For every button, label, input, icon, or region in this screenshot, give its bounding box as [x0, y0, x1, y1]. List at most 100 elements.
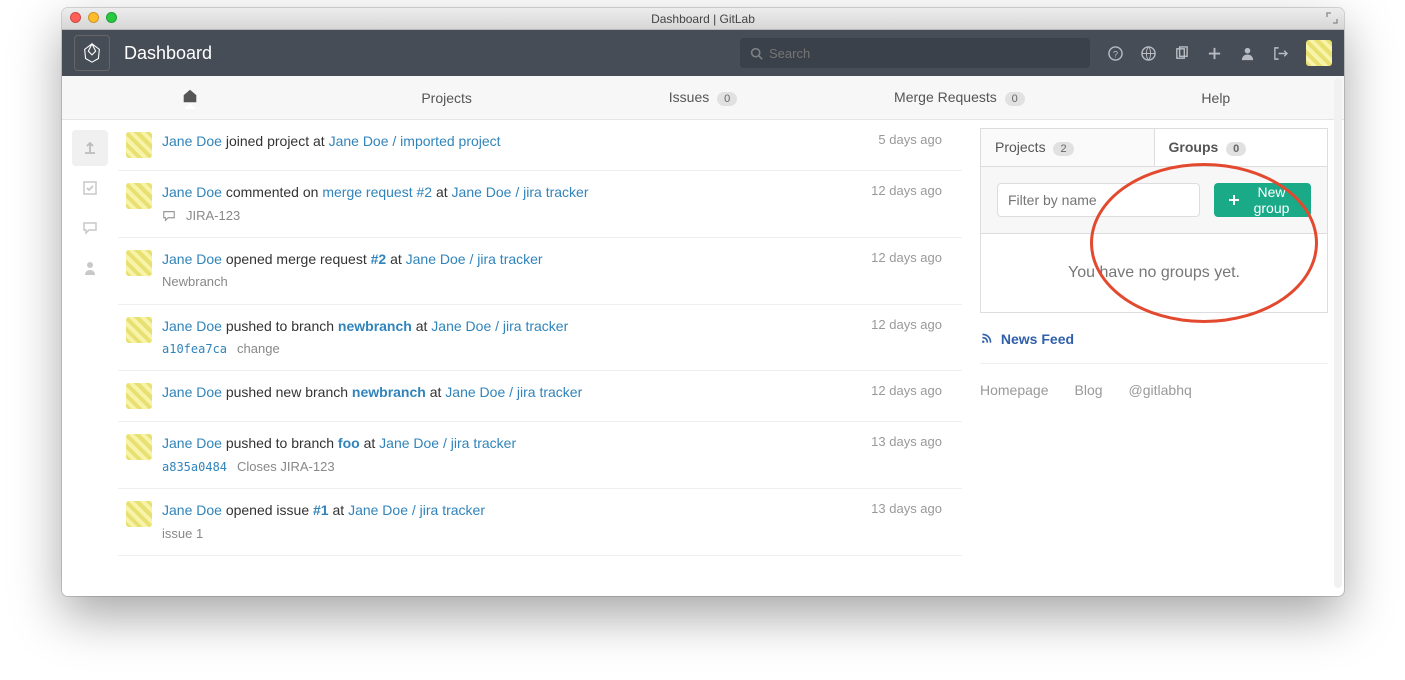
activity-event: Jane Doe joined project at Jane Doe / im… — [118, 120, 962, 171]
event-ref[interactable]: foo — [338, 435, 360, 451]
plus-icon — [1228, 194, 1240, 206]
event-sha[interactable]: a835a0484 — [162, 459, 227, 476]
tab-projects-label: Projects — [421, 90, 472, 106]
event-meta: a835a0484 Closes JIRA-123 — [162, 458, 962, 476]
fullscreen-icon[interactable] — [1326, 12, 1338, 24]
search-input[interactable] — [769, 46, 1080, 61]
tab-issues[interactable]: Issues 0 — [575, 89, 831, 106]
copy-icon[interactable] — [1174, 46, 1189, 61]
tab-home[interactable] — [62, 87, 318, 108]
event-meta-text: issue 1 — [162, 525, 203, 543]
activity-event: Jane Doe commented on merge request #2 a… — [118, 171, 962, 238]
event-avatar[interactable] — [126, 317, 152, 343]
footer-homepage[interactable]: Homepage — [980, 382, 1049, 398]
event-user[interactable]: Jane Doe — [162, 384, 222, 400]
event-time: 5 days ago — [878, 132, 942, 147]
zoom-window[interactable] — [106, 12, 117, 23]
minimize-window[interactable] — [88, 12, 99, 23]
help-icon[interactable]: ? — [1108, 46, 1123, 61]
rail-check[interactable] — [72, 170, 108, 206]
plus-icon[interactable] — [1207, 46, 1222, 61]
side-panel: Projects 2 Groups 0 New group Y — [972, 120, 1344, 596]
event-project[interactable]: Jane Doe / jira tracker — [406, 251, 543, 267]
tab-help-label: Help — [1201, 90, 1230, 106]
event-body: Jane Doe joined project at Jane Doe / im… — [162, 132, 962, 158]
event-project[interactable]: Jane Doe / jira tracker — [431, 318, 568, 334]
event-user[interactable]: Jane Doe — [162, 251, 222, 267]
side-tab-projects-label: Projects — [995, 139, 1046, 155]
event-avatar[interactable] — [126, 183, 152, 209]
projects-count: 2 — [1053, 142, 1073, 156]
event-time: 13 days ago — [871, 434, 942, 449]
event-user[interactable]: Jane Doe — [162, 184, 222, 200]
event-avatar[interactable] — [126, 501, 152, 527]
new-group-label: New group — [1246, 184, 1297, 216]
footer-blog[interactable]: Blog — [1075, 382, 1103, 398]
event-avatar[interactable] — [126, 383, 152, 409]
side-tab-projects[interactable]: Projects 2 — [981, 129, 1155, 166]
svg-text:?: ? — [1113, 49, 1118, 59]
event-avatar[interactable] — [126, 434, 152, 460]
event-time: 12 days ago — [871, 317, 942, 332]
event-user[interactable]: Jane Doe — [162, 133, 222, 149]
event-ref[interactable]: newbranch — [352, 384, 426, 400]
event-user[interactable]: Jane Doe — [162, 502, 222, 518]
mr-count: 0 — [1005, 92, 1025, 106]
search-icon — [750, 47, 763, 60]
event-avatar[interactable] — [126, 250, 152, 276]
event-project[interactable]: Jane Doe / jira tracker — [452, 184, 589, 200]
tab-merge-requests[interactable]: Merge Requests 0 — [831, 89, 1087, 106]
event-avatar[interactable] — [126, 132, 152, 158]
rail-comment[interactable] — [72, 210, 108, 246]
event-meta: JIRA-123 — [162, 207, 962, 225]
event-user[interactable]: Jane Doe — [162, 435, 222, 451]
event-project[interactable]: Jane Doe / jira tracker — [445, 384, 582, 400]
tab-help[interactable]: Help — [1088, 90, 1344, 106]
side-tabs: Projects 2 Groups 0 — [980, 128, 1328, 167]
globe-icon[interactable] — [1141, 46, 1156, 61]
tab-projects[interactable]: Projects — [318, 90, 574, 106]
filter-input[interactable] — [997, 183, 1200, 217]
content: Jane Doe joined project at Jane Doe / im… — [62, 120, 1344, 596]
event-project[interactable]: Jane Doe / jira tracker — [348, 502, 485, 518]
event-project[interactable]: Jane Doe / imported project — [329, 133, 501, 149]
event-meta-text: Newbranch — [162, 273, 228, 291]
activity-event: Jane Doe pushed to branch foo at Jane Do… — [118, 422, 962, 489]
rss-icon — [980, 331, 997, 347]
new-group-button[interactable]: New group — [1214, 183, 1311, 217]
app-window: Dashboard | GitLab Dashboard ? — [62, 8, 1344, 596]
event-time: 12 days ago — [871, 383, 942, 398]
event-ref[interactable]: #2 — [371, 251, 387, 267]
event-user[interactable]: Jane Doe — [162, 318, 222, 334]
side-tab-groups[interactable]: Groups 0 — [1155, 129, 1328, 166]
window-title: Dashboard | GitLab — [651, 12, 755, 26]
activity-event: Jane Doe pushed to branch newbranch at J… — [118, 305, 962, 372]
news-feed-link[interactable]: News Feed — [980, 331, 1328, 364]
groups-count: 0 — [1226, 142, 1246, 156]
event-project[interactable]: Jane Doe / jira tracker — [379, 435, 516, 451]
footer-links: Homepage Blog @gitlabhq — [980, 382, 1328, 398]
user-icon[interactable] — [1240, 46, 1255, 61]
event-ref[interactable]: #1 — [313, 502, 329, 518]
event-ref[interactable]: merge request #2 — [322, 184, 432, 200]
side-tab-groups-label: Groups — [1169, 139, 1219, 155]
navbar: Dashboard ? — [62, 30, 1344, 76]
close-window[interactable] — [70, 12, 81, 23]
signout-icon[interactable] — [1273, 46, 1288, 61]
footer-twitter[interactable]: @gitlabhq — [1129, 382, 1192, 398]
page-title: Dashboard — [124, 43, 212, 64]
news-feed-label: News Feed — [1001, 331, 1074, 347]
rail-user[interactable] — [72, 250, 108, 286]
user-avatar[interactable] — [1306, 40, 1332, 66]
event-sha[interactable]: a10fea7ca — [162, 341, 227, 358]
event-meta-text: change — [237, 340, 280, 358]
event-body: Jane Doe pushed new branch newbranch at … — [162, 383, 962, 409]
search-box[interactable] — [740, 38, 1090, 68]
tab-issues-label: Issues — [669, 89, 709, 105]
rail-upload[interactable] — [72, 130, 108, 166]
event-meta-text: Closes JIRA-123 — [237, 458, 335, 476]
event-ref[interactable]: newbranch — [338, 318, 412, 334]
scrollbar[interactable] — [1334, 78, 1342, 588]
traffic-lights — [70, 12, 117, 23]
gitlab-logo[interactable] — [74, 35, 110, 71]
